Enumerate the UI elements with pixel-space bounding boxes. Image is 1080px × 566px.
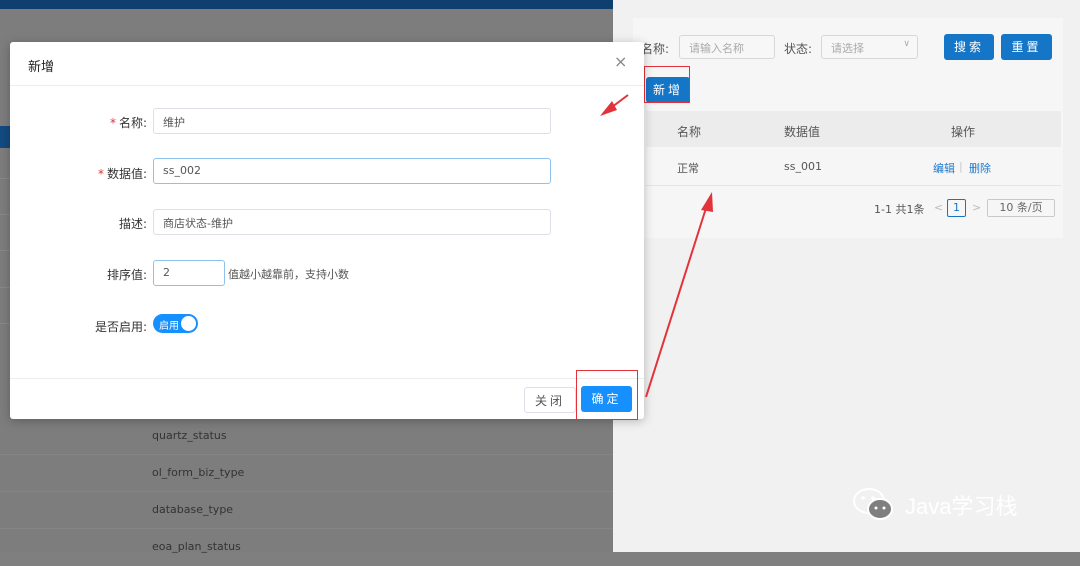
annotation-arrow: [645, 192, 713, 398]
watermark: Java学习栈: [852, 483, 1052, 523]
annotation-arrows: [600, 94, 713, 398]
watermark-text: Java学习栈: [905, 494, 1018, 519]
wechat-icon: [853, 488, 893, 520]
annotation-arrow: [600, 94, 629, 116]
